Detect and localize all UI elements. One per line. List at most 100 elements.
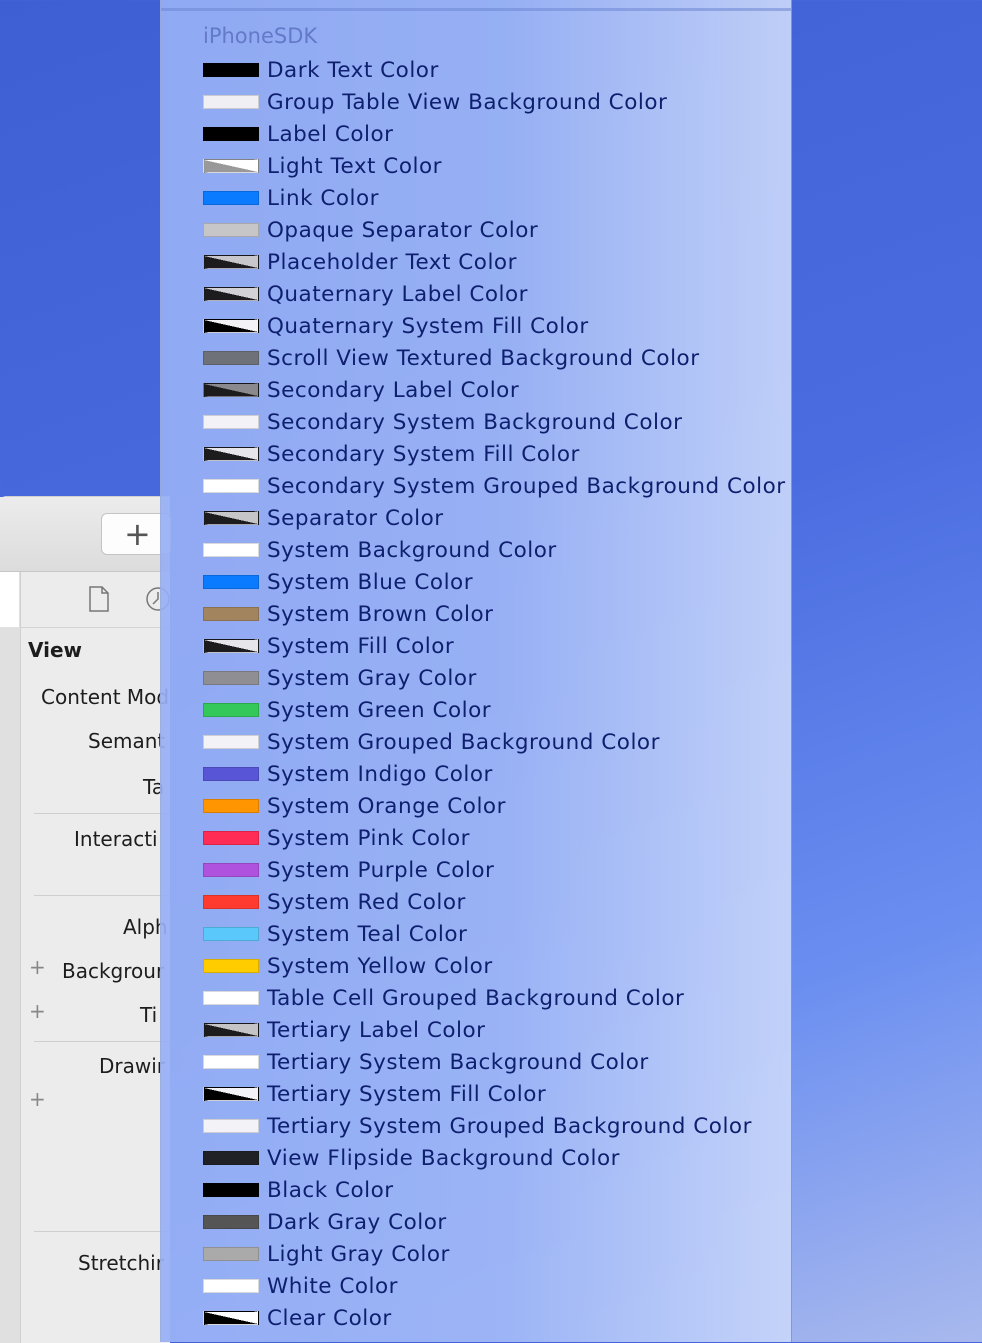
- color-swatch-icon: [203, 415, 259, 429]
- color-swatch-icon: [203, 511, 259, 525]
- color-menu-item[interactable]: Group Table View Background Color: [203, 86, 783, 118]
- color-swatch-icon: [203, 703, 259, 717]
- color-menu-item[interactable]: Secondary System Grouped Background Colo…: [203, 470, 785, 502]
- color-menu-item-label: Quaternary System Fill Color: [267, 313, 589, 339]
- color-menu-item[interactable]: View Flipside Background Color: [203, 1142, 783, 1174]
- color-menu-item[interactable]: System Red Color: [203, 886, 783, 918]
- color-menu-item[interactable]: White Color: [203, 1270, 783, 1302]
- color-menu-item[interactable]: System Grouped Background Color: [203, 726, 783, 758]
- color-swatch-icon: [203, 63, 259, 77]
- color-menu-item[interactable]: System Purple Color: [203, 854, 783, 886]
- color-swatch-icon: [203, 1023, 259, 1037]
- color-menu-item-label: Clear Color: [267, 1305, 392, 1331]
- divider: [34, 895, 170, 896]
- color-menu-item[interactable]: Tertiary Label Color: [203, 1014, 783, 1046]
- color-menu-item[interactable]: System Orange Color: [203, 790, 783, 822]
- color-menu-item[interactable]: Link Color: [203, 182, 783, 214]
- color-menu-item-label: System Blue Color: [267, 569, 474, 595]
- color-menu-item-label: Light Text Color: [267, 153, 442, 179]
- color-menu-item-label: System Grouped Background Color: [267, 729, 660, 755]
- color-swatch-icon: [203, 1183, 259, 1197]
- color-swatch-icon: [203, 991, 259, 1005]
- color-menu-item-label: Tertiary System Grouped Background Color: [267, 1113, 752, 1139]
- section-header-iphonesdk: iPhoneSDK: [203, 24, 318, 48]
- color-swatch-icon: [203, 799, 259, 813]
- color-swatch-icon: [203, 1279, 259, 1293]
- color-swatch-icon: [203, 287, 259, 301]
- color-menu-item[interactable]: Scroll View Textured Background Color: [203, 342, 783, 374]
- color-menu-item[interactable]: System Indigo Color: [203, 758, 783, 790]
- color-menu-item-label: System Green Color: [267, 697, 492, 723]
- color-menu-item[interactable]: Separator Color: [203, 502, 783, 534]
- color-swatch-icon: [203, 831, 259, 845]
- color-swatch-icon: [203, 959, 259, 973]
- color-menu-item-label: White Color: [267, 1273, 398, 1299]
- color-swatch-icon: [203, 671, 259, 685]
- semantic-label: Semant: [88, 729, 166, 753]
- color-swatch-icon: [203, 543, 259, 557]
- color-menu-item-label: Label Color: [267, 121, 394, 147]
- color-menu-item[interactable]: Opaque Separator Color: [203, 214, 783, 246]
- color-menu-item[interactable]: System Green Color: [203, 694, 783, 726]
- color-menu-item[interactable]: System Background Color: [203, 534, 783, 566]
- color-menu-item-label: Secondary System Background Color: [267, 409, 683, 435]
- color-swatch-icon: [203, 1119, 259, 1133]
- color-menu-item[interactable]: Dark Text Color: [203, 54, 783, 86]
- color-menu-item-label: Link Color: [267, 185, 379, 211]
- color-menu-item-label: System Teal Color: [267, 921, 468, 947]
- color-swatch-icon: [203, 767, 259, 781]
- color-menu-item[interactable]: Light Gray Color: [203, 1238, 783, 1270]
- color-swatch-icon: [203, 607, 259, 621]
- add-variation-icon[interactable]: +: [29, 955, 46, 979]
- color-swatch-icon: [203, 351, 259, 365]
- color-swatch-icon: [203, 1311, 259, 1325]
- color-menu-item[interactable]: Clear Color: [203, 1302, 783, 1334]
- color-swatch-icon: [203, 319, 259, 333]
- color-swatch-icon: [203, 1087, 259, 1101]
- color-menu-item[interactable]: System Teal Color: [203, 918, 783, 950]
- color-menu-item[interactable]: Tertiary System Fill Color: [203, 1078, 783, 1110]
- color-menu-item[interactable]: Black Color: [203, 1174, 783, 1206]
- inspector-toolbar: +: [0, 497, 171, 572]
- color-menu-item[interactable]: Secondary System Background Color: [203, 406, 783, 438]
- color-menu-item[interactable]: Placeholder Text Color: [203, 246, 783, 278]
- color-menu-item-label: System Gray Color: [267, 665, 477, 691]
- file-inspector-icon[interactable]: [88, 586, 110, 616]
- color-swatch-icon: [203, 95, 259, 109]
- color-menu-item[interactable]: Dark Gray Color: [203, 1206, 783, 1238]
- color-menu-item-label: System Brown Color: [267, 601, 494, 627]
- color-menu-item[interactable]: Secondary System Fill Color: [203, 438, 783, 470]
- add-variation-icon[interactable]: +: [29, 1087, 46, 1111]
- color-menu-item[interactable]: System Yellow Color: [203, 950, 783, 982]
- color-menu-item[interactable]: System Brown Color: [203, 598, 783, 630]
- color-menu-item-label: System Fill Color: [267, 633, 455, 659]
- color-menu-item[interactable]: System Blue Color: [203, 566, 783, 598]
- color-menu-item[interactable]: System Fill Color: [203, 630, 783, 662]
- drawing-label: Drawir: [99, 1054, 166, 1078]
- color-menu-item[interactable]: Table Cell Grouped Background Color: [203, 982, 783, 1014]
- color-menu-item[interactable]: Quaternary System Fill Color: [203, 310, 783, 342]
- color-menu-item[interactable]: System Pink Color: [203, 822, 783, 854]
- color-menu-item-label: System Background Color: [267, 537, 557, 563]
- color-menu-item-label: Light Gray Color: [267, 1241, 450, 1267]
- add-variation-icon[interactable]: +: [29, 999, 46, 1023]
- color-menu-item-label: Opaque Separator Color: [267, 217, 539, 243]
- color-menu-item-label: Group Table View Background Color: [267, 89, 668, 115]
- divider: [34, 1231, 170, 1232]
- color-menu-item-label: Separator Color: [267, 505, 444, 531]
- color-menu-item[interactable]: Label Color: [203, 118, 783, 150]
- color-menu-item-label: Secondary System Fill Color: [267, 441, 580, 467]
- color-menu-item[interactable]: Secondary Label Color: [203, 374, 783, 406]
- color-menu-item-label: View Flipside Background Color: [267, 1145, 620, 1171]
- color-menu-item-label: Tertiary System Background Color: [267, 1049, 649, 1075]
- color-menu-item-label: System Yellow Color: [267, 953, 493, 979]
- color-menu-item[interactable]: Tertiary System Grouped Background Color: [203, 1110, 783, 1142]
- color-menu-item[interactable]: Tertiary System Background Color: [203, 1046, 783, 1078]
- color-menu-item-label: System Indigo Color: [267, 761, 493, 787]
- color-menu-item-label: Tertiary System Fill Color: [267, 1081, 547, 1107]
- section-title-view: View: [28, 638, 83, 662]
- color-menu-item[interactable]: Quaternary Label Color: [203, 278, 783, 310]
- color-swatch-icon: [203, 575, 259, 589]
- color-menu-item[interactable]: Light Text Color: [203, 150, 783, 182]
- color-menu-item[interactable]: System Gray Color: [203, 662, 783, 694]
